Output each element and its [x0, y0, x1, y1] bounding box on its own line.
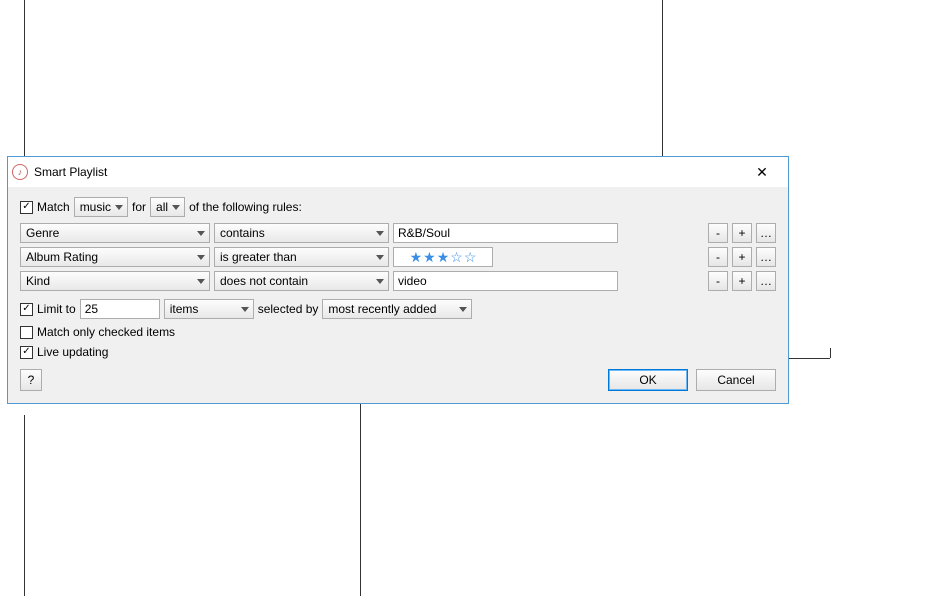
match-media-value: music	[80, 200, 111, 214]
limit-row: Limit to 25 items selected by most recen…	[20, 299, 776, 319]
cancel-button[interactable]: Cancel	[696, 369, 776, 391]
rule-value-text: video	[398, 274, 427, 288]
live-updating-checkbox[interactable]	[20, 346, 33, 359]
rule-options-button[interactable]: …	[756, 223, 776, 243]
only-checked-checkbox[interactable]	[20, 326, 33, 339]
for-label: for	[132, 200, 146, 214]
only-checked-label: Match only checked items	[37, 325, 175, 339]
rule-operator-value: contains	[220, 226, 265, 240]
match-suffix-label: of the following rules:	[189, 200, 302, 214]
star-icon[interactable]: ★	[423, 250, 436, 264]
window-title: Smart Playlist	[34, 165, 742, 179]
rule-field-select[interactable]: Genre	[20, 223, 210, 243]
star-icon[interactable]: ☆	[450, 250, 463, 264]
limit-unit-value: items	[170, 302, 199, 316]
add-rule-button[interactable]: +	[732, 271, 752, 291]
ok-button[interactable]: OK	[608, 369, 688, 391]
limit-value-input[interactable]: 25	[80, 299, 160, 319]
star-icon[interactable]: ★	[437, 250, 450, 264]
add-rule-button[interactable]: +	[732, 247, 752, 267]
rule-options-button[interactable]: …	[756, 247, 776, 267]
rule-value-input[interactable]: R&B/Soul	[393, 223, 618, 243]
dialog-content: Match music for all of the following rul…	[8, 187, 788, 403]
rule-field-value: Genre	[26, 226, 59, 240]
callout-line	[830, 348, 831, 358]
remove-rule-button[interactable]: -	[708, 271, 728, 291]
rule-operator-value: is greater than	[220, 250, 297, 264]
limit-label: Limit to	[37, 302, 76, 316]
rule-operator-value: does not contain	[220, 274, 308, 288]
rule-field-select[interactable]: Album Rating	[20, 247, 210, 267]
rule-value-input[interactable]: video	[393, 271, 618, 291]
callout-line	[360, 383, 361, 596]
match-label: Match	[37, 200, 70, 214]
rule-value-text: R&B/Soul	[398, 226, 450, 240]
rule-row: Kind does not contain video - + …	[20, 271, 776, 291]
limit-order-select[interactable]: most recently added	[322, 299, 472, 319]
rule-operator-select[interactable]: contains	[214, 223, 389, 243]
rule-row: Genre contains R&B/Soul - + …	[20, 223, 776, 243]
match-checkbox[interactable]	[20, 201, 33, 214]
rules-list: Genre contains R&B/Soul - + … Album Rati…	[20, 223, 776, 291]
dialog-footer: ? OK Cancel	[20, 369, 776, 391]
close-button[interactable]: ✕	[742, 158, 782, 186]
limit-order-value: most recently added	[328, 302, 436, 316]
titlebar: Smart Playlist ✕	[8, 157, 788, 187]
rule-actions: - + …	[708, 247, 776, 267]
smart-playlist-dialog: Smart Playlist ✕ Match music for all of …	[7, 156, 789, 404]
live-updating-label: Live updating	[37, 345, 108, 359]
remove-rule-button[interactable]: -	[708, 247, 728, 267]
match-scope-value: all	[156, 200, 168, 214]
rule-operator-select[interactable]: does not contain	[214, 271, 389, 291]
callout-line	[24, 415, 25, 596]
rule-field-select[interactable]: Kind	[20, 271, 210, 291]
limit-unit-select[interactable]: items	[164, 299, 254, 319]
rule-operator-select[interactable]: is greater than	[214, 247, 389, 267]
rule-field-value: Album Rating	[26, 250, 98, 264]
add-rule-button[interactable]: +	[732, 223, 752, 243]
rule-options-button[interactable]: …	[756, 271, 776, 291]
live-updating-row: Live updating	[20, 345, 776, 359]
help-button[interactable]: ?	[20, 369, 42, 391]
rule-row: Album Rating is greater than ★ ★ ★ ☆ ☆ -…	[20, 247, 776, 267]
star-icon[interactable]: ☆	[464, 250, 477, 264]
rule-stars-input[interactable]: ★ ★ ★ ☆ ☆	[393, 247, 493, 267]
limit-value-text: 25	[85, 302, 98, 316]
remove-rule-button[interactable]: -	[708, 223, 728, 243]
rule-actions: - + …	[708, 223, 776, 243]
match-row: Match music for all of the following rul…	[20, 197, 776, 217]
limit-checkbox[interactable]	[20, 303, 33, 316]
selected-by-label: selected by	[258, 302, 319, 316]
match-media-select[interactable]: music	[74, 197, 128, 217]
rule-field-value: Kind	[26, 274, 50, 288]
rule-actions: - + …	[708, 271, 776, 291]
only-checked-row: Match only checked items	[20, 325, 776, 339]
star-icon[interactable]: ★	[410, 250, 423, 264]
match-scope-select[interactable]: all	[150, 197, 185, 217]
app-icon	[12, 164, 28, 180]
